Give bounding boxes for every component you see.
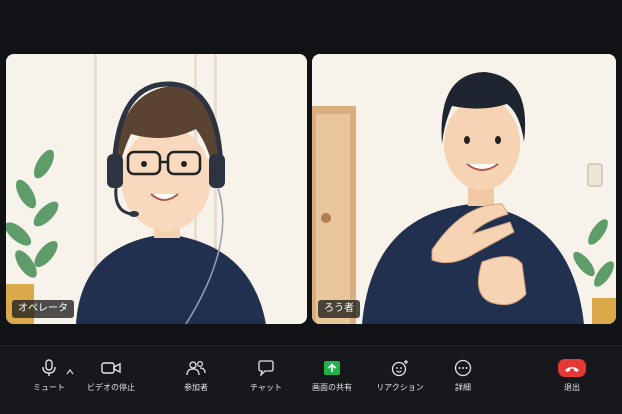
video-tile-deaf-user[interactable]: ろう者 bbox=[312, 54, 616, 324]
more-label: 詳細 bbox=[455, 383, 471, 392]
reactions-button[interactable]: リアクション bbox=[365, 358, 435, 393]
chat-bubble-icon bbox=[256, 358, 276, 378]
stop-video-label: ビデオの停止 bbox=[87, 383, 135, 392]
video-camera-icon bbox=[101, 358, 121, 378]
reactions-label: リアクション bbox=[376, 383, 424, 392]
meeting-toolbar: ミュート ビデオの停止 参加者 チャット 画面の共有 リアクション 詳細 退出 bbox=[0, 345, 622, 414]
participant-name-tag: オペレータ bbox=[12, 300, 74, 318]
deaf-user-video-feed bbox=[312, 54, 616, 324]
hang-up-icon bbox=[558, 358, 586, 378]
leave-meeting-button[interactable]: 退出 bbox=[537, 358, 607, 393]
participants-label: 参加者 bbox=[184, 383, 208, 392]
operator-video-feed bbox=[6, 54, 307, 324]
people-icon bbox=[186, 358, 206, 378]
mute-label: ミュート bbox=[33, 383, 65, 392]
participants-button[interactable]: 参加者 bbox=[161, 358, 231, 393]
more-ellipsis-icon bbox=[453, 358, 473, 378]
share-screen-icon bbox=[322, 358, 342, 378]
share-screen-label: 画面の共有 bbox=[312, 383, 352, 392]
microphone-icon bbox=[39, 358, 59, 378]
video-stage: オペレータ ろう者 bbox=[0, 0, 622, 345]
chat-label: チャット bbox=[250, 383, 282, 392]
stop-video-button[interactable]: ビデオの停止 bbox=[76, 358, 146, 393]
participant-name-tag: ろう者 bbox=[318, 300, 360, 318]
smiley-plus-icon bbox=[390, 358, 410, 378]
video-tile-operator[interactable]: オペレータ bbox=[6, 54, 307, 324]
share-screen-button[interactable]: 画面の共有 bbox=[297, 358, 367, 393]
audio-options-chevron-up-icon[interactable] bbox=[65, 362, 75, 375]
more-button[interactable]: 詳細 bbox=[428, 358, 498, 393]
leave-label: 退出 bbox=[564, 383, 580, 392]
chat-button[interactable]: チャット bbox=[231, 358, 301, 393]
